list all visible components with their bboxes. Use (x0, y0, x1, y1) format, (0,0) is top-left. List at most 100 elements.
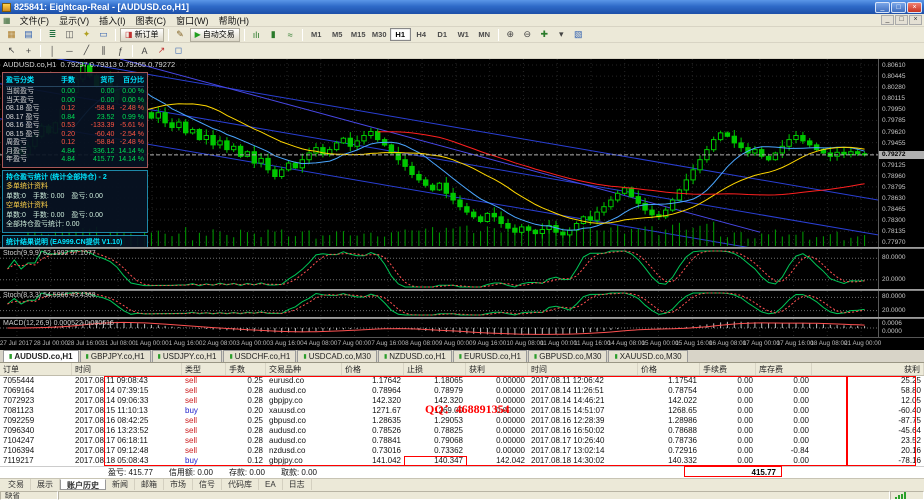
chart-tab-eurusd[interactable]: ▮EURUSD.co,H1 (453, 350, 527, 362)
crosshair-icon[interactable]: + (20, 44, 37, 58)
indicators-icon[interactable]: ✚ (536, 28, 553, 42)
terminal-tab-ea[interactable]: EA (259, 479, 283, 490)
close-button[interactable]: × (907, 2, 922, 13)
periods-icon[interactable]: ▾ (553, 28, 570, 42)
column-header-lots[interactable]: 手数 (226, 363, 266, 375)
zoom-in-icon[interactable]: ⊕ (502, 28, 519, 42)
trendline-icon[interactable]: ╱ (78, 44, 95, 58)
main-chart-window[interactable]: AUDUSD.co,H1 0.79297 0.79313 0.79265 0.7… (0, 59, 924, 247)
menu-insert[interactable]: 插入(I) (94, 16, 131, 26)
chart-tab-usdjpy[interactable]: ▮USDJPY.co,H1 (152, 350, 223, 362)
equidistant-channel-icon[interactable]: ∥ (95, 44, 112, 58)
macd-window[interactable]: MACD(12,26,9) 0.000522 0.000616 0.00060.… (0, 319, 924, 337)
timeframe-m5-button[interactable]: M5 (327, 28, 348, 41)
timeframe-m1-button[interactable]: M1 (306, 28, 327, 41)
data-window-icon[interactable]: ◫ (61, 28, 78, 42)
timeframe-mn-button[interactable]: MN (474, 28, 495, 41)
profiles-icon[interactable]: ▤ (20, 28, 37, 42)
market-watch-icon[interactable]: ≣ (44, 28, 61, 42)
mdi-restore-button[interactable]: □ (895, 15, 908, 25)
vertical-line-icon[interactable]: │ (44, 44, 61, 58)
mdi-minimize-button[interactable]: _ (881, 15, 894, 25)
column-header-type[interactable]: 类型 (182, 363, 226, 375)
text-label-icon[interactable]: A (136, 44, 153, 58)
chart-tab-gbpjpy[interactable]: ▮GBPJPY.co,H1 (80, 350, 151, 362)
column-header-order[interactable]: 订单 (0, 363, 72, 375)
terminal-tab-account-history[interactable]: 账户历史 (60, 479, 106, 490)
menu-window[interactable]: 窗口(W) (171, 16, 214, 26)
chart-tab-usdcad[interactable]: ▮USDCAD.co,M30 (297, 350, 377, 362)
column-header-swap[interactable]: 库存费 (756, 363, 812, 375)
terminal-tab-signals[interactable]: 信号 (193, 479, 222, 490)
fibonacci-icon[interactable]: ƒ (112, 44, 129, 58)
column-header-profit[interactable]: 获利 (812, 363, 924, 375)
stoch1-canvas[interactable] (0, 249, 878, 289)
history-row[interactable]: 70963402017.08.16 13:23:52sell0.28audusd… (0, 426, 924, 436)
column-header-close-price[interactable]: 价格 (638, 363, 700, 375)
zoom-out-icon[interactable]: ⊖ (519, 28, 536, 42)
terminal-tab-exposure[interactable]: 展示 (31, 479, 60, 490)
chart-tab-nzdusd[interactable]: ▮NZDUSD.co,H1 (378, 350, 452, 362)
chart-tab-gbpusd[interactable]: ▮GBPUSD.co,M30 (528, 350, 608, 362)
menu-charts[interactable]: 图表(C) (131, 16, 172, 26)
terminal-tab-journal[interactable]: 日志 (283, 479, 312, 490)
horizontal-line-icon[interactable]: ─ (61, 44, 78, 58)
price-scale[interactable]: 0.806100.804450.802800.801150.799500.797… (878, 59, 924, 247)
stochastic-window-2[interactable]: Stoch(8,3,3) 54.5966 43.4368 80.000020.0… (0, 291, 924, 317)
column-header-open-price[interactable]: 价格 (342, 363, 404, 375)
minimize-button[interactable]: _ (875, 2, 890, 13)
mdi-close-button[interactable]: × (909, 15, 922, 25)
menu-file[interactable]: 文件(F) (15, 16, 55, 26)
candlestick-chart-icon[interactable]: ▮ (265, 28, 282, 42)
chart-tab-audusd[interactable]: ▮AUDUSD.co,H1 (3, 350, 79, 362)
stoch2-canvas[interactable] (0, 291, 878, 317)
time-tick: 28 Jul 16:00 (67, 340, 101, 347)
timeframe-w1-button[interactable]: W1 (453, 28, 474, 41)
new-chart-icon[interactable]: ▦ (3, 28, 20, 42)
terminal-tab-code-base[interactable]: 代码库 (222, 479, 259, 490)
timeframe-h4-button[interactable]: H4 (411, 28, 432, 41)
time-axis[interactable]: 27 Jul 201728 Jul 00:0028 Jul 16:0031 Ju… (0, 337, 924, 350)
templates-icon[interactable]: ▧ (570, 28, 587, 42)
cursor-icon[interactable]: ↖ (3, 44, 20, 58)
history-row[interactable]: 70691642017.08.14 07:39:15sell0.28audusd… (0, 386, 924, 396)
timeframe-h1-button[interactable]: H1 (390, 28, 411, 41)
profile-indicator[interactable]: 缺省 (0, 491, 58, 500)
timeframe-d1-button[interactable]: D1 (432, 28, 453, 41)
chart-tab-usdchf[interactable]: ▮USDCHF.co,H1 (223, 350, 296, 362)
terminal-tab-market[interactable]: 市场 (164, 479, 193, 490)
stochastic-window-1[interactable]: Stoch(9,9,9) 62.1992 57.1077 80.000020.0… (0, 249, 924, 289)
history-row[interactable]: 71063942017.08.17 09:12:48sell0.28nzdusd… (0, 446, 924, 456)
shapes-icon[interactable]: ◻ (170, 44, 187, 58)
metaeditor-icon[interactable]: ✎ (172, 28, 189, 42)
terminal-tab-trade[interactable]: 交易 (2, 479, 31, 490)
terminal-tab-news[interactable]: 新闻 (106, 479, 135, 490)
terminal-icon[interactable]: ▭ (95, 28, 112, 42)
macd-canvas[interactable] (0, 319, 878, 337)
history-row[interactable]: 70922592017.08.16 08:42:25sell0.25gbpusd… (0, 416, 924, 426)
column-header-stop-loss[interactable]: 止损 (404, 363, 466, 375)
column-header-symbol[interactable]: 交易品种 (266, 363, 342, 375)
chart-tab-xauusd[interactable]: ▮XAUUSD.co,M30 (608, 350, 687, 362)
arrow-objects-icon[interactable]: ↗ (153, 44, 170, 58)
column-header-close-time[interactable]: 时间 (528, 363, 638, 375)
menu-view[interactable]: 显示(V) (54, 16, 94, 26)
column-header-take-profit[interactable]: 获利 (466, 363, 528, 375)
terminal-tab-mailbox[interactable]: 邮箱 (135, 479, 164, 490)
bar-chart-icon[interactable]: ılı (248, 28, 265, 42)
maximize-button[interactable]: □ (891, 2, 906, 13)
chart-tab-label: XAUUSD.co,M30 (620, 352, 682, 361)
history-row[interactable]: 71192172017.08.18 05:08:43buy0.12gbpjpy.… (0, 456, 924, 466)
navigator-icon[interactable]: ✦ (78, 28, 95, 42)
new-order-button[interactable]: ◨新订单 (120, 28, 164, 42)
column-header-commission[interactable]: 手续费 (700, 363, 756, 375)
line-chart-icon[interactable]: ≈ (282, 28, 299, 42)
timeframe-m15-button[interactable]: M15 (348, 28, 369, 41)
history-row[interactable]: 70554442017.08.11 09:08:43sell0.25eurusd… (0, 376, 924, 386)
column-header-open-time[interactable]: 时间 (72, 363, 182, 375)
autotrading-button-icon: ▶ (195, 30, 201, 39)
autotrading-button[interactable]: ▶自动交易 (190, 28, 240, 42)
menu-help[interactable]: 帮助(H) (214, 16, 255, 26)
history-row[interactable]: 71042472017.08.17 06:18:11sell0.28audusd… (0, 436, 924, 446)
timeframe-m30-button[interactable]: M30 (369, 28, 390, 41)
